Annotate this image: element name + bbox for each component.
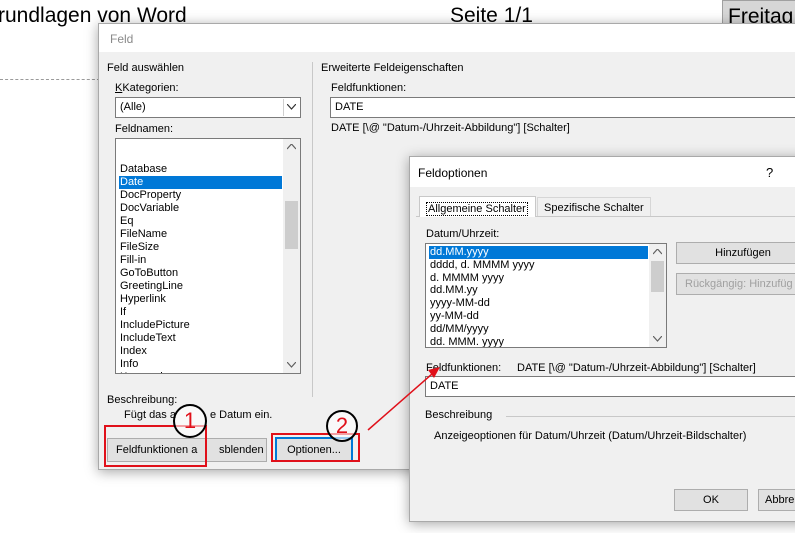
annotation-marker-1: 1 [173, 404, 207, 438]
annotation-arrow [367, 367, 440, 431]
annotation-marker-2: 2 [326, 410, 358, 442]
